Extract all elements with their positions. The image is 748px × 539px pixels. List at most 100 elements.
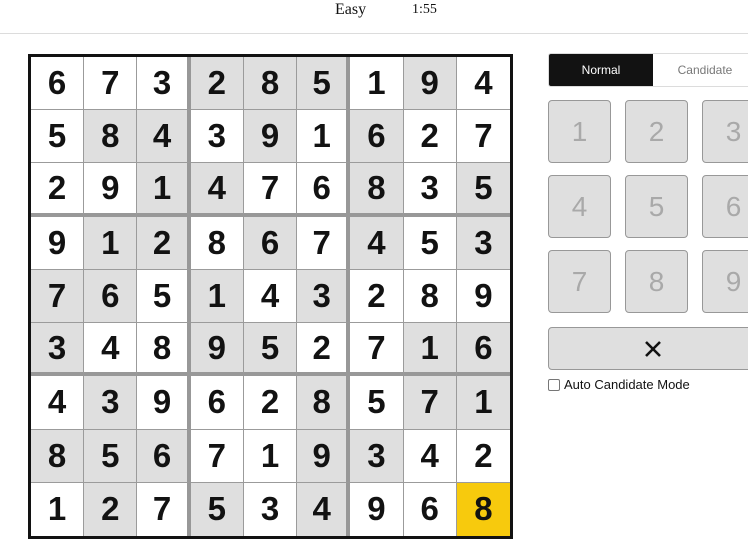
grid-cell[interactable]: 6 <box>243 216 298 270</box>
grid-cell[interactable]: 7 <box>243 163 298 217</box>
grid-cell[interactable]: 9 <box>137 376 191 430</box>
close-x-icon <box>645 340 661 357</box>
grid-cell[interactable]: 2 <box>137 216 191 270</box>
candidate-mode-button[interactable]: Candidate <box>653 54 748 86</box>
grid-cell[interactable]: 2 <box>84 482 138 536</box>
grid-cell[interactable]: 7 <box>190 429 244 483</box>
grid-cell[interactable]: 5 <box>297 57 351 111</box>
grid-cell[interactable]: 3 <box>243 482 298 536</box>
game-header: Easy 1:55 <box>0 0 748 34</box>
grid-cell[interactable]: 8 <box>190 216 244 270</box>
grid-cell[interactable]: 1 <box>31 482 85 536</box>
grid-cell[interactable]: 1 <box>137 163 191 217</box>
grid-cell[interactable]: 4 <box>403 429 457 483</box>
grid-cell[interactable]: 5 <box>350 376 404 430</box>
number-button-3[interactable]: 3 <box>702 100 748 163</box>
grid-cell[interactable]: 3 <box>31 323 85 377</box>
grid-cell[interactable]: 5 <box>243 323 298 377</box>
grid-cell[interactable]: 6 <box>31 57 85 111</box>
grid-cell[interactable]: 4 <box>190 163 244 217</box>
grid-cell[interactable]: 8 <box>31 429 85 483</box>
erase-button[interactable] <box>548 327 748 370</box>
grid-cell[interactable]: 9 <box>297 429 351 483</box>
grid-cell[interactable]: 9 <box>243 110 298 164</box>
grid-cell[interactable]: 6 <box>137 429 191 483</box>
difficulty-label: Easy <box>335 1 367 18</box>
grid-cell[interactable]: 7 <box>456 110 510 164</box>
grid-cell[interactable]: 8 <box>137 323 191 377</box>
grid-cell[interactable]: 8 <box>456 482 510 536</box>
grid-cell[interactable]: 4 <box>456 57 510 111</box>
grid-cell[interactable]: 1 <box>190 269 244 324</box>
grid-cell[interactable]: 9 <box>456 269 510 324</box>
grid-cell[interactable]: 1 <box>297 110 351 164</box>
grid-cell[interactable]: 6 <box>190 376 244 430</box>
grid-cell[interactable]: 5 <box>456 163 510 217</box>
number-button-5[interactable]: 5 <box>625 175 688 238</box>
grid-cell[interactable]: 9 <box>84 163 138 217</box>
grid-cell[interactable]: 5 <box>137 269 191 324</box>
grid-cell[interactable]: 2 <box>456 429 510 483</box>
grid-cell[interactable]: 4 <box>297 482 351 536</box>
grid-cell[interactable]: 7 <box>403 376 457 430</box>
grid-cell[interactable]: 4 <box>243 269 298 324</box>
grid-cell[interactable]: 6 <box>350 110 404 164</box>
grid-cell[interactable]: 9 <box>190 323 244 377</box>
grid-cell[interactable]: 7 <box>350 323 404 377</box>
grid-cell[interactable]: 7 <box>84 57 138 111</box>
grid-cell[interactable]: 6 <box>84 269 138 324</box>
grid-cell[interactable]: 5 <box>31 110 85 164</box>
grid-cell[interactable]: 8 <box>84 110 138 164</box>
grid-cell[interactable]: 7 <box>31 269 85 324</box>
grid-cell[interactable]: 6 <box>456 323 510 377</box>
grid-cell[interactable]: 1 <box>456 376 510 430</box>
number-button-9[interactable]: 9 <box>702 250 748 313</box>
grid-cell[interactable]: 4 <box>137 110 191 164</box>
number-button-1[interactable]: 1 <box>548 100 611 163</box>
grid-cell[interactable]: 6 <box>403 482 457 536</box>
grid-cell[interactable]: 9 <box>350 482 404 536</box>
number-button-6[interactable]: 6 <box>702 175 748 238</box>
grid-cell[interactable]: 3 <box>403 163 457 217</box>
grid-cell[interactable]: 2 <box>297 323 351 377</box>
grid-cell[interactable]: 3 <box>297 269 351 324</box>
grid-cell[interactable]: 4 <box>31 376 85 430</box>
grid-cell[interactable]: 5 <box>403 216 457 270</box>
number-button-2[interactable]: 2 <box>625 100 688 163</box>
grid-cell[interactable]: 8 <box>243 57 298 111</box>
grid-cell[interactable]: 7 <box>297 216 351 270</box>
number-button-8[interactable]: 8 <box>625 250 688 313</box>
grid-cell[interactable]: 1 <box>243 429 298 483</box>
auto-candidate-option: Auto Candidate Mode <box>548 377 690 392</box>
auto-candidate-checkbox[interactable] <box>548 378 560 391</box>
grid-cell[interactable]: 6 <box>297 163 351 217</box>
number-button-7[interactable]: 7 <box>548 250 611 313</box>
grid-cell[interactable]: 7 <box>137 482 191 536</box>
sudoku-board: 6732851945843916272914768359128674537651… <box>28 54 513 539</box>
grid-cell[interactable]: 5 <box>84 429 138 483</box>
grid-cell[interactable]: 1 <box>84 216 138 270</box>
grid-cell[interactable]: 1 <box>403 323 457 377</box>
grid-cell[interactable]: 2 <box>190 57 244 111</box>
number-button-4[interactable]: 4 <box>548 175 611 238</box>
grid-cell[interactable]: 2 <box>31 163 85 217</box>
normal-mode-button[interactable]: Normal <box>549 54 653 86</box>
grid-cell[interactable]: 4 <box>350 216 404 270</box>
grid-cell[interactable]: 8 <box>403 269 457 324</box>
grid-cell[interactable]: 3 <box>456 216 510 270</box>
grid-cell[interactable]: 8 <box>350 163 404 217</box>
grid-cell[interactable]: 3 <box>190 110 244 164</box>
auto-candidate-label: Auto Candidate Mode <box>564 377 690 392</box>
grid-cell[interactable]: 9 <box>403 57 457 111</box>
grid-cell[interactable]: 2 <box>403 110 457 164</box>
grid-cell[interactable]: 3 <box>137 57 191 111</box>
grid-cell[interactable]: 2 <box>243 376 298 430</box>
grid-cell[interactable]: 2 <box>350 269 404 324</box>
grid-cell[interactable]: 3 <box>84 376 138 430</box>
grid-cell[interactable]: 4 <box>84 323 138 377</box>
grid-cell[interactable]: 9 <box>31 216 85 270</box>
grid-cell[interactable]: 5 <box>190 482 244 536</box>
grid-cell[interactable]: 3 <box>350 429 404 483</box>
grid-cell[interactable]: 1 <box>350 57 404 111</box>
grid-cell[interactable]: 8 <box>297 376 351 430</box>
